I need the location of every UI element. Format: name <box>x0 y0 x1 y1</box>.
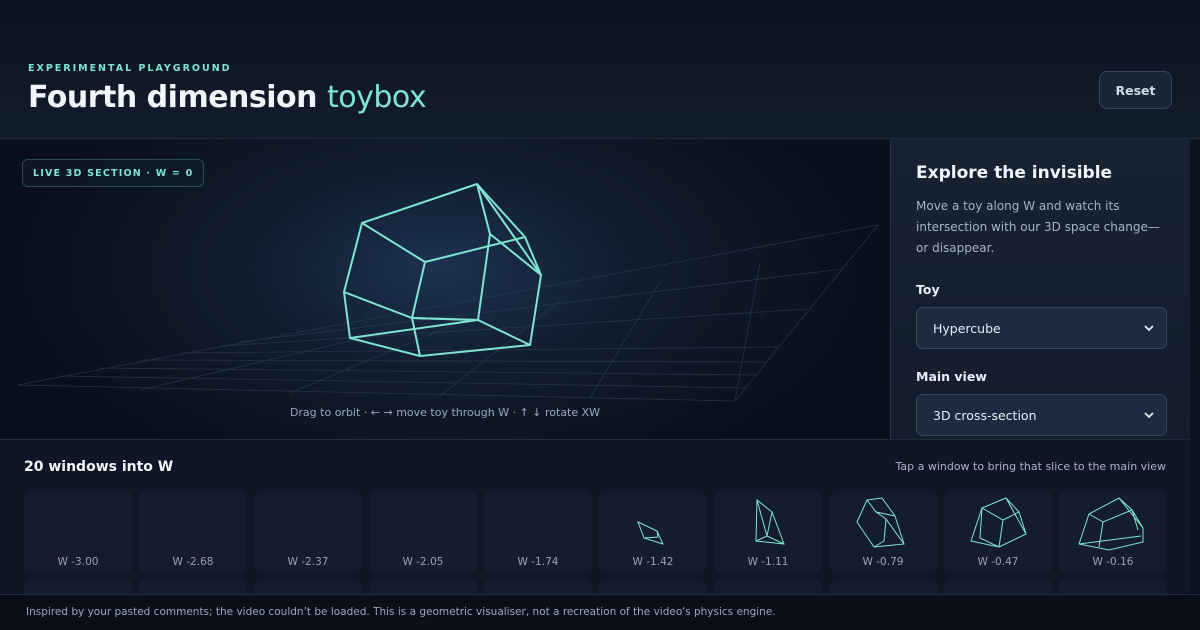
slice-window-row2[interactable] <box>1059 580 1167 594</box>
windows-title: 20 windows into W <box>24 459 174 475</box>
footer: Inspired by your pasted comments; the vi… <box>0 594 1200 630</box>
slice-window-row2[interactable] <box>599 580 707 594</box>
slice-window-label: W -2.37 <box>287 556 329 568</box>
slice-window-label: W -3.00 <box>57 556 99 568</box>
toy-label: Toy <box>916 282 940 297</box>
slice-window-row2[interactable] <box>944 580 1052 594</box>
panel-description: Move a toy along W and watch its interse… <box>916 199 1160 255</box>
windows-hint: Tap a window to bring that slice to the … <box>895 460 1166 473</box>
slice-window[interactable]: W -1.74 <box>484 492 592 572</box>
chevron-down-icon <box>1144 412 1154 419</box>
title-accent: toybox <box>326 80 427 115</box>
slice-window-label: W -2.68 <box>172 556 214 568</box>
title-main: Fourth dimension <box>28 80 318 115</box>
slice-thumbnail <box>637 521 664 545</box>
slice-window[interactable]: W -2.05 <box>369 492 477 572</box>
slice-window[interactable]: W -2.37 <box>254 492 362 572</box>
slice-thumbnail <box>970 497 1027 548</box>
slice-window-label: W -1.74 <box>517 556 559 568</box>
slice-thumbnail <box>1078 497 1144 551</box>
slice-window-row2[interactable] <box>484 580 592 594</box>
view-select-value: 3D cross-section <box>933 407 1037 423</box>
view-select[interactable]: 3D cross-section <box>916 394 1167 436</box>
slice-window-row2[interactable] <box>24 580 132 594</box>
panel-scrollbar[interactable] <box>1190 139 1200 594</box>
windows-strip: 20 windows into W Tap a window to bring … <box>0 439 1190 594</box>
view-label: Main view <box>916 369 987 384</box>
slice-thumbnail <box>856 497 905 548</box>
slice-thumbnail <box>755 498 785 545</box>
toy-select-value: Hypercube <box>933 320 1001 336</box>
slice-window-label: W -1.42 <box>632 556 674 568</box>
slice-window-row2[interactable] <box>139 580 247 594</box>
slice-window-label: W -0.79 <box>862 556 904 568</box>
slice-window[interactable]: W -0.47 <box>944 492 1052 572</box>
slice-window-row2[interactable] <box>254 580 362 594</box>
live-section-badge: LIVE 3D SECTION · W = 0 <box>22 159 205 187</box>
eyebrow-label: EXPERIMENTAL PLAYGROUND <box>28 63 232 74</box>
main-3d-stage[interactable]: LIVE 3D SECTION · W = 0 Drag to orbit · … <box>0 139 890 439</box>
slice-window-row2[interactable] <box>829 580 937 594</box>
app-header: EXPERIMENTAL PLAYGROUND Fourth dimension… <box>0 0 1200 139</box>
panel-title: Explore the invisible <box>916 163 1113 183</box>
slice-window-label: W -0.47 <box>977 556 1019 568</box>
slice-window[interactable]: W -3.00 <box>24 492 132 572</box>
slice-window-label: W -0.16 <box>1092 556 1134 568</box>
toy-select[interactable]: Hypercube <box>916 307 1167 349</box>
slice-window-row2[interactable] <box>369 580 477 594</box>
footer-note: Inspired by your pasted comments; the vi… <box>26 606 776 618</box>
slice-window-label: W -2.05 <box>402 556 444 568</box>
stage-hint: Drag to orbit · ← → move toy through W ·… <box>289 406 601 419</box>
reset-button[interactable]: Reset <box>1099 71 1172 109</box>
slice-window[interactable]: W -1.42 <box>599 492 707 572</box>
slice-window-label: W -1.11 <box>747 556 789 568</box>
slice-window[interactable]: W -0.79 <box>829 492 937 572</box>
control-panel: Explore the invisible Move a toy along W… <box>890 139 1190 439</box>
slice-window[interactable]: W -1.11 <box>714 492 822 572</box>
slice-window[interactable]: W -0.16 <box>1059 492 1167 572</box>
slice-window[interactable]: W -2.68 <box>139 492 247 572</box>
slice-window-row2[interactable] <box>714 580 822 594</box>
page-title: Fourth dimension toybox <box>28 80 427 115</box>
chevron-down-icon <box>1144 325 1154 332</box>
hypercube-cross-section <box>343 183 542 357</box>
floor-grid <box>17 224 879 402</box>
